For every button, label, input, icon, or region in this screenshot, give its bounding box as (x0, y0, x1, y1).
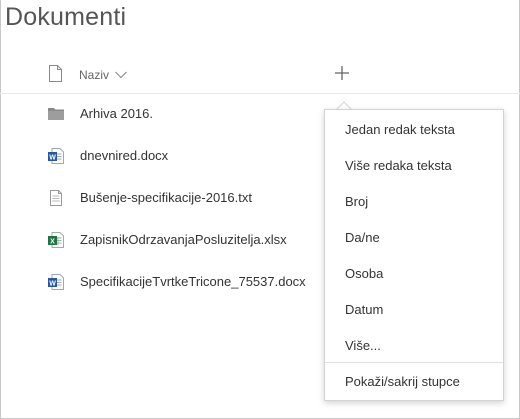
page-title: Dokumenti (5, 3, 127, 31)
text-file-icon (50, 190, 62, 206)
column-header-name-label: Naziv (79, 68, 110, 82)
column-header-row: Naziv (0, 56, 520, 94)
menu-item-show-hide-columns[interactable]: Pokaži/sakrij stupce (325, 364, 503, 400)
file-name[interactable]: ZapisnikOdrzavanjaPosluzitelja.xlsx (80, 232, 287, 247)
folder-icon (48, 108, 64, 120)
excel-file-icon: X (48, 232, 64, 248)
file-name[interactable]: Bušenje-specifikacije-2016.txt (80, 190, 252, 205)
add-column-button[interactable] (333, 64, 351, 82)
menu-item-multi-line-text[interactable]: Više redaka teksta (325, 148, 503, 184)
menu-divider (325, 362, 503, 363)
svg-text:X: X (50, 238, 55, 245)
menu-item-date[interactable]: Datum (325, 292, 503, 328)
word-file-icon: W (48, 148, 64, 164)
plus-icon (335, 66, 349, 80)
menu-item-single-line-text[interactable]: Jedan redak teksta (325, 112, 503, 148)
menu-item-number[interactable]: Broj (325, 184, 503, 220)
add-column-menu: Jedan redak teksta Više redaka teksta Br… (324, 109, 504, 401)
menu-item-more[interactable]: Više... (325, 328, 503, 364)
column-header-name[interactable]: Naziv (79, 68, 127, 82)
word-file-icon: W (48, 274, 64, 290)
file-name[interactable]: Arhiva 2016. (80, 106, 153, 121)
file-name[interactable]: dnevnired.docx (80, 148, 168, 163)
chevron-down-icon[interactable] (115, 71, 127, 79)
file-name[interactable]: SpecifikacijeTvrtkeTricone_75537.docx (80, 274, 306, 289)
svg-text:W: W (49, 154, 56, 161)
document-outline-icon (49, 65, 62, 82)
svg-text:W: W (49, 280, 56, 287)
menu-item-yes-no[interactable]: Da/ne (325, 220, 503, 256)
menu-item-person[interactable]: Osoba (325, 256, 503, 292)
